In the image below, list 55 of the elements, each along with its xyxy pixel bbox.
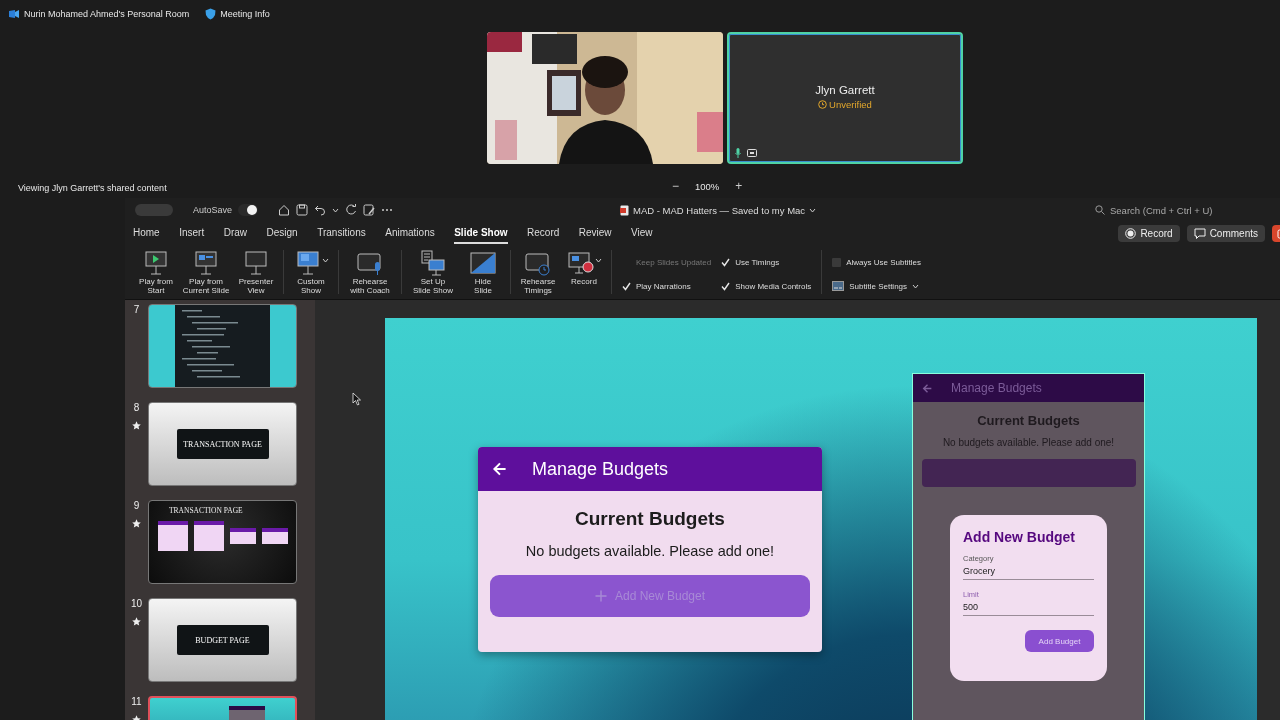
section-heading: Current Budgets [575, 508, 725, 530]
sharing-status-text: Viewing Jlyn Garrett's shared content [18, 183, 167, 193]
room-title: Nurin Mohamed Ahmed's Personal Room [24, 9, 190, 19]
slide-number: 11 [131, 696, 142, 707]
option-checkbox: Keep Slides Updated [635, 256, 712, 269]
option-checkbox[interactable]: Play Narrations [622, 274, 712, 298]
slide-number: 7 [133, 304, 140, 315]
ribbon-tab[interactable]: Insert [179, 222, 205, 244]
ribbon-button[interactable]: Set Up Slide Show [408, 250, 458, 294]
ribbon-tab[interactable]: Slide Show [454, 222, 508, 244]
ribbon-button[interactable]: Hide Slide [462, 250, 504, 294]
empty-message: No budgets available. Please add one! [942, 437, 1115, 448]
record-button[interactable]: Record [1118, 224, 1180, 242]
slide-number: 9 [133, 500, 140, 511]
ribbon-tab[interactable]: View [631, 222, 653, 244]
verification-status: Unverified [818, 99, 872, 110]
ribbon-tab[interactable]: Transitions [317, 222, 366, 244]
ribbon-tab[interactable]: Animations [385, 222, 435, 244]
ribbon-button[interactable]: Custom Show [290, 250, 332, 294]
subtitle-settings-button[interactable]: Subtitle Settings [832, 274, 921, 298]
zoom-in-button[interactable]: + [735, 179, 743, 193]
meeting-info-link[interactable]: Meeting Info [220, 9, 270, 19]
slide-number: 8 [133, 402, 140, 413]
autosave-label: AutoSave [193, 205, 233, 215]
ribbon-button[interactable]: Rehearse with Coach [345, 250, 395, 294]
ribbon-tab[interactable]: Design [266, 222, 298, 244]
slide-thumbnail[interactable]: TRANSACTION PAGE [148, 402, 297, 486]
option-checkbox[interactable]: Use Timings [721, 250, 812, 274]
ribbon-button[interactable]: Rehearse Timings [517, 250, 559, 294]
ribbon-button[interactable]: Presenter View [235, 250, 277, 294]
empty-message: No budgets available. Please add one! [525, 543, 775, 559]
section-heading: Current Budgets [977, 413, 1080, 428]
ribbon-tab[interactable]: Record [527, 222, 560, 244]
slide-number: 10 [130, 598, 143, 609]
slide-title: TRANSACTION PAGE [176, 429, 269, 459]
search-field[interactable]: Search (Cmd + Ctrl + U) [1060, 204, 1280, 216]
checkbox-label: Always Use Subtitles [846, 257, 921, 267]
ribbon-tab[interactable]: Review [578, 222, 612, 244]
option-checkbox[interactable]: Show Media Controls [721, 274, 812, 298]
app-bar-title: Manage Budgets [532, 458, 669, 480]
zoom-level: 100% [695, 180, 720, 192]
slide-title: BUDGET PAGE [176, 625, 269, 655]
ribbon-button[interactable]: Play from Current Slide [181, 250, 231, 294]
add-budget-button[interactable]: Add Budget [1025, 630, 1094, 652]
ribbon-button[interactable]: Play from Start [135, 250, 177, 294]
ribbon-tab[interactable]: Home [133, 222, 160, 244]
dialog-title: Add New Budget [963, 529, 1076, 545]
slide-thumbnail[interactable]: BUDGET PAGE [148, 598, 297, 682]
ribbon-tab[interactable]: Draw [223, 222, 248, 244]
zoom-out-button[interactable]: − [672, 179, 679, 193]
ribbon-button[interactable]: Record [563, 250, 605, 294]
participant-name: Jlyn Garrett [815, 84, 875, 96]
comments-button[interactable]: Comments [1186, 224, 1265, 242]
document-title[interactable]: MAD - MAD Hatters — Saved to my Mac [633, 204, 806, 216]
app-bar-title: Manage Budgets [951, 381, 1042, 395]
